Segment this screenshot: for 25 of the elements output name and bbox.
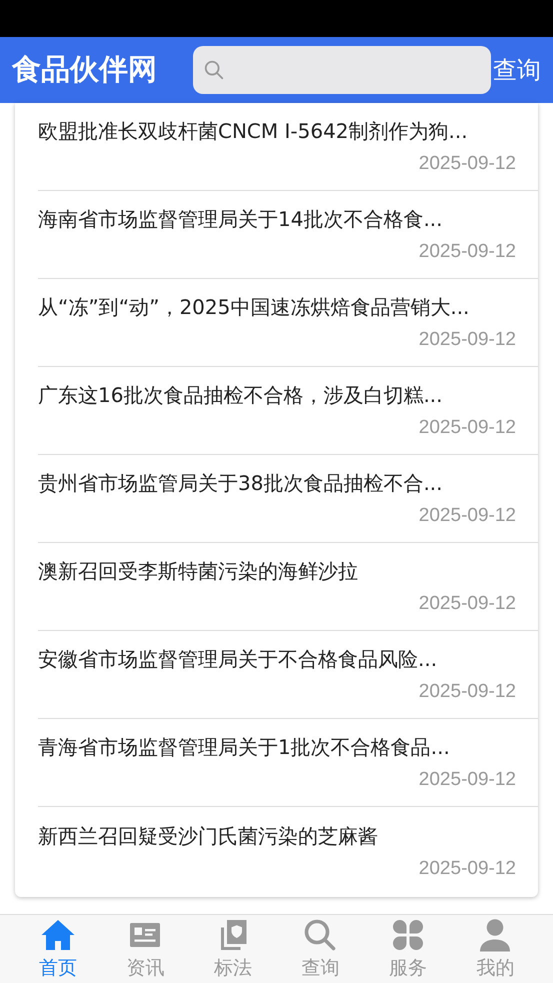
news-date: 2025-09-12	[418, 681, 516, 703]
news-date: 2025-09-12	[418, 153, 516, 175]
nav-tab[interactable]: 首页	[32, 915, 83, 983]
search-button[interactable]: 查询	[493, 54, 541, 86]
news-date: 2025-09-12	[418, 593, 516, 615]
news-date: 2025-09-12	[418, 329, 516, 351]
home-icon	[40, 917, 76, 953]
search-icon	[203, 59, 225, 81]
news-date: 2025-09-12	[418, 241, 516, 263]
news-title[interactable]: 海南省市场监督管理局关于14批次不合格食...	[38, 206, 516, 233]
site-logo: 食品伙伴网	[12, 51, 157, 88]
news-date: 2025-09-12	[418, 505, 516, 527]
news-title[interactable]: 澳新召回受李斯特菌污染的海鲜沙拉	[38, 558, 516, 585]
news-date: 2025-09-12	[418, 858, 516, 880]
news-title[interactable]: 从“冻”到“动”，2025中国速冻烘焙食品营销大...	[38, 294, 516, 321]
search-icon	[302, 917, 338, 953]
news-title[interactable]: 青海省市场监督管理局关于1批次不合格食品...	[38, 734, 516, 761]
news-title[interactable]: 安徽省市场监督管理局关于不合格食品风险...	[38, 646, 516, 673]
news-date: 2025-09-12	[418, 769, 516, 791]
news-date: 2025-09-12	[418, 417, 516, 439]
search-field[interactable]	[193, 46, 491, 94]
news-title[interactable]: 欧盟批准长双歧杆菌CNCM I-5642制剂作为狗...	[38, 118, 516, 145]
news-title[interactable]: 广东这16批次食品抽检不合格，涉及白切糕...	[38, 382, 516, 409]
news-title[interactable]: 新西兰召回疑受沙门氏菌污染的芝麻酱	[38, 822, 516, 850]
news-title[interactable]: 贵州省市场监管局关于38批次食品抽检不合...	[38, 470, 516, 497]
